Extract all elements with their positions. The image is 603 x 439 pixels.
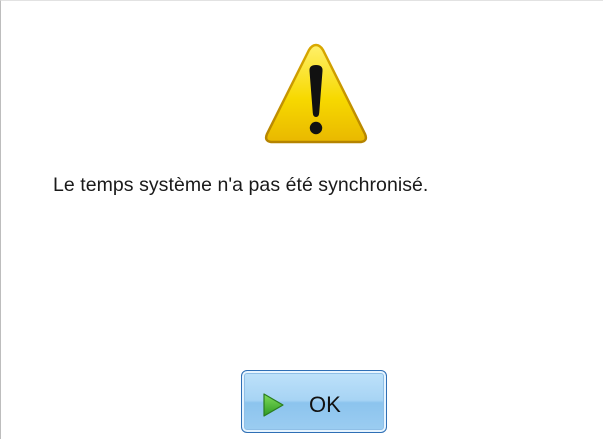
ok-button-label: OK — [309, 392, 341, 417]
system-time-dialog: Le temps système n'a pas été synchronisé… — [0, 0, 603, 439]
ok-button[interactable]: OK — [241, 370, 387, 433]
play-arrow-icon — [263, 393, 284, 417]
dialog-message: Le temps système n'a pas été synchronisé… — [53, 174, 429, 196]
warning-icon — [264, 43, 368, 144]
